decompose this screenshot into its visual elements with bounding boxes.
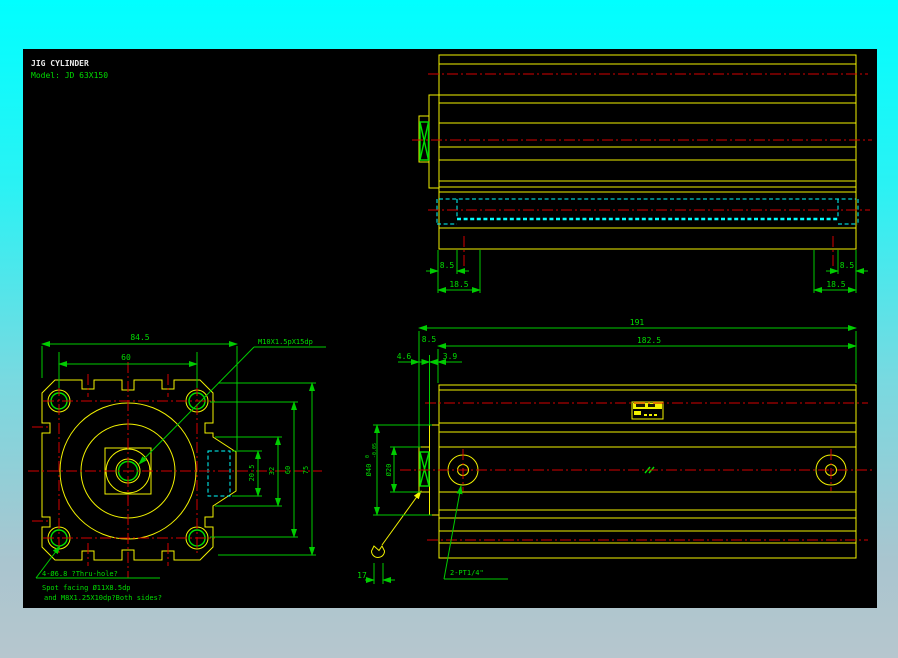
- drawing-model: Model: JD 63X150: [31, 71, 108, 80]
- top-view-dim-8-5-right: 8.5: [840, 261, 855, 270]
- side-view-dim-rod-dia: Ø20: [385, 464, 393, 477]
- front-view-outline: [41, 379, 237, 561]
- side-view-tol-lower: -0.05: [372, 443, 378, 458]
- top-view: 8.5 18.5 8.5 18.5: [412, 54, 872, 293]
- side-view-outline: [370, 384, 857, 559]
- front-view-note-3: and M8X1.25X10dp?Both sides?: [44, 594, 162, 602]
- cad-drawing: JIG CYLINDER Model: JD 63X150 8.5 18.5 8…: [28, 54, 872, 602]
- front-view: 84.5 60 20.5 32 60 75 M10X1.5pX15dp 4-Ø6…: [28, 333, 326, 602]
- front-view-dim-bolt-spacing: 60: [121, 353, 131, 362]
- drawing-title-block: JIG CYLINDER Model: JD 63X150: [31, 59, 108, 80]
- side-view-dim-total-length: 191: [630, 318, 645, 327]
- front-view-note-1: 4-Ø6.8 ?Thru-hole?: [42, 570, 118, 578]
- front-view-dim-slot-depth: 20.5: [248, 465, 256, 482]
- front-view-rod-thread-label: M10X1.5pX15dp: [258, 338, 313, 346]
- top-view-dim-8-5-left: 8.5: [440, 261, 455, 270]
- top-view-dim-18-5-right: 18.5: [826, 280, 845, 289]
- front-view-dimension-lines: [35, 341, 326, 579]
- side-view: 191 182.5 8.5 4.6 3.9 Ø40 0 -0.05 Ø20 17…: [357, 318, 872, 584]
- side-view-dim-wrench-flats: 17: [357, 571, 367, 580]
- top-view-dim-18-5-left: 18.5: [449, 280, 468, 289]
- side-view-tol-upper: 0: [365, 455, 371, 458]
- front-view-hidden-slot: [207, 450, 231, 497]
- top-view-dimension-lines: [426, 250, 868, 293]
- top-view-hidden-slot: [436, 198, 859, 225]
- drawing-title: JIG CYLINDER: [31, 59, 89, 68]
- front-view-dim-boss-width: 32: [268, 467, 276, 475]
- front-view-dim-total-width: 84.5: [130, 333, 149, 342]
- side-view-ports-label: 2-PT1/4": [450, 569, 484, 577]
- front-view-note-2: Spot facing Ø11X8.5dp: [42, 584, 131, 592]
- front-view-dim-flange-height: 75: [302, 466, 310, 474]
- top-view-rod-thread-symbol: [419, 121, 430, 161]
- side-view-dim-boss-dia: Ø40: [365, 464, 373, 477]
- side-view-dim-body-length: 182.5: [637, 336, 661, 345]
- side-view-centerlines: [400, 402, 872, 541]
- side-view-dim-rod-exposed: 4.6: [397, 352, 412, 361]
- front-view-dim-bolt-spacing-v: 60: [284, 466, 292, 474]
- side-view-dim-rod-extension: 8.5: [422, 335, 437, 344]
- side-view-dim-boss-depth: 3.9: [443, 352, 458, 361]
